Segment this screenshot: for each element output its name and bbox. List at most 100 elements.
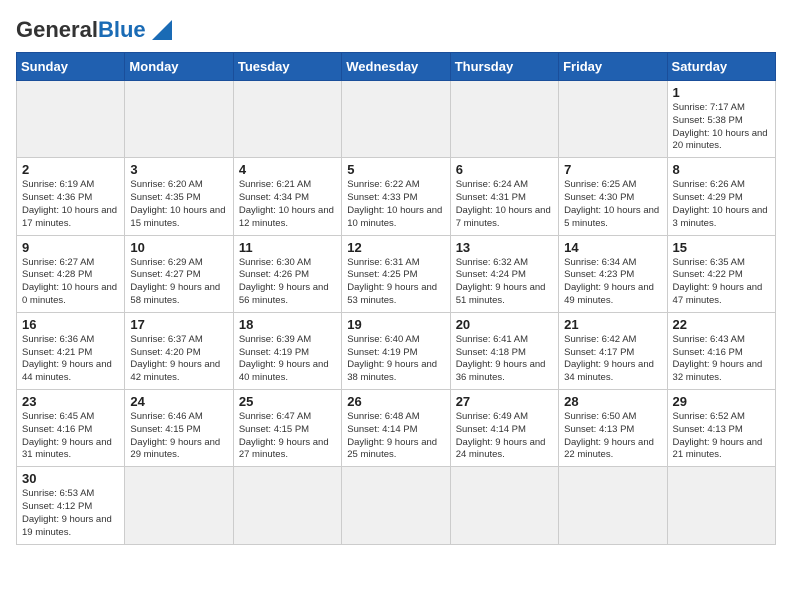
day-number: 13 xyxy=(456,240,553,255)
calendar-cell xyxy=(342,467,450,544)
day-info: Sunrise: 6:45 AM Sunset: 4:16 PM Dayligh… xyxy=(22,411,119,462)
calendar-cell: 3Sunrise: 6:20 AM Sunset: 4:35 PM Daylig… xyxy=(125,158,233,235)
header: GeneralBlue xyxy=(16,16,776,44)
calendar-cell xyxy=(559,467,667,544)
calendar-cell: 26Sunrise: 6:48 AM Sunset: 4:14 PM Dayli… xyxy=(342,390,450,467)
weekday-header-friday: Friday xyxy=(559,53,667,81)
day-number: 7 xyxy=(564,162,661,177)
calendar-cell xyxy=(17,81,125,158)
day-number: 2 xyxy=(22,162,119,177)
weekday-header-row: SundayMondayTuesdayWednesdayThursdayFrid… xyxy=(17,53,776,81)
calendar-week-row: 23Sunrise: 6:45 AM Sunset: 4:16 PM Dayli… xyxy=(17,390,776,467)
calendar-cell xyxy=(667,467,775,544)
calendar-cell: 28Sunrise: 6:50 AM Sunset: 4:13 PM Dayli… xyxy=(559,390,667,467)
day-number: 16 xyxy=(22,317,119,332)
day-number: 10 xyxy=(130,240,227,255)
day-number: 11 xyxy=(239,240,336,255)
calendar-week-row: 2 Sunrise: 6:19 AM Sunset: 4:36 PM Daylig… xyxy=(17,158,776,235)
calendar-week-row: 9 Sunrise: 6:27 AM Sunset: 4:28 PM Daylig… xyxy=(17,235,776,312)
calendar-cell xyxy=(559,81,667,158)
calendar-cell: 18Sunrise: 6:39 AM Sunset: 4:19 PM Dayli… xyxy=(233,312,341,389)
day-number: 27 xyxy=(456,394,553,409)
day-number: 9 xyxy=(22,240,119,255)
calendar-cell: 29 Sunrise: 6:52 AM Sunset: 4:13 PM Dayli… xyxy=(667,390,775,467)
day-number: 1 xyxy=(673,85,770,100)
weekday-header-sunday: Sunday xyxy=(17,53,125,81)
day-number: 29 xyxy=(673,394,770,409)
day-info: Sunrise: 6:36 AM Sunset: 4:21 PM Dayligh… xyxy=(22,334,119,385)
calendar-cell: 1 Sunrise: 7:17 AM Sunset: 5:38 PM Daylig… xyxy=(667,81,775,158)
day-info: Sunrise: 6:24 AM Sunset: 4:31 PM Dayligh… xyxy=(456,179,553,230)
day-info: Sunrise: 6:27 AM Sunset: 4:28 PM Dayligh… xyxy=(22,257,119,308)
day-info: Sunrise: 6:46 AM Sunset: 4:15 PM Dayligh… xyxy=(130,411,227,462)
day-info: Sunrise: 6:39 AM Sunset: 4:19 PM Dayligh… xyxy=(239,334,336,385)
day-number: 6 xyxy=(456,162,553,177)
calendar-week-row: 1 Sunrise: 7:17 AM Sunset: 5:38 PM Daylig… xyxy=(17,81,776,158)
calendar-cell: 5 Sunrise: 6:22 AM Sunset: 4:33 PM Daylig… xyxy=(342,158,450,235)
calendar-cell: 11 Sunrise: 6:30 AM Sunset: 4:26 PM Dayli… xyxy=(233,235,341,312)
day-info: Sunrise: 6:31 AM Sunset: 4:25 PM Dayligh… xyxy=(347,257,444,308)
day-number: 8 xyxy=(673,162,770,177)
day-number: 5 xyxy=(347,162,444,177)
calendar-cell: 2 Sunrise: 6:19 AM Sunset: 4:36 PM Daylig… xyxy=(17,158,125,235)
day-number: 30 xyxy=(22,471,119,486)
calendar-cell: 13 Sunrise: 6:32 AM Sunset: 4:24 PM Dayli… xyxy=(450,235,558,312)
logo-text: GeneralBlue xyxy=(16,19,146,41)
calendar-cell xyxy=(450,467,558,544)
weekday-header-thursday: Thursday xyxy=(450,53,558,81)
calendar-cell: 23Sunrise: 6:45 AM Sunset: 4:16 PM Dayli… xyxy=(17,390,125,467)
day-info: Sunrise: 6:49 AM Sunset: 4:14 PM Dayligh… xyxy=(456,411,553,462)
day-number: 24 xyxy=(130,394,227,409)
day-info: Sunrise: 7:17 AM Sunset: 5:38 PM Dayligh… xyxy=(673,102,770,153)
calendar-cell: 17 Sunrise: 6:37 AM Sunset: 4:20 PM Dayli… xyxy=(125,312,233,389)
day-info: Sunrise: 6:35 AM Sunset: 4:22 PM Dayligh… xyxy=(673,257,770,308)
calendar-cell xyxy=(450,81,558,158)
day-info: Sunrise: 6:29 AM Sunset: 4:27 PM Dayligh… xyxy=(130,257,227,308)
calendar-table: SundayMondayTuesdayWednesdayThursdayFrid… xyxy=(16,52,776,545)
weekday-header-saturday: Saturday xyxy=(667,53,775,81)
day-info: Sunrise: 6:32 AM Sunset: 4:24 PM Dayligh… xyxy=(456,257,553,308)
day-info: Sunrise: 6:21 AM Sunset: 4:34 PM Dayligh… xyxy=(239,179,336,230)
calendar-cell: 24 Sunrise: 6:46 AM Sunset: 4:15 PM Dayli… xyxy=(125,390,233,467)
day-info: Sunrise: 6:52 AM Sunset: 4:13 PM Dayligh… xyxy=(673,411,770,462)
calendar-cell: 7Sunrise: 6:25 AM Sunset: 4:30 PM Daylig… xyxy=(559,158,667,235)
calendar-cell: 6 Sunrise: 6:24 AM Sunset: 4:31 PM Daylig… xyxy=(450,158,558,235)
day-info: Sunrise: 6:34 AM Sunset: 4:23 PM Dayligh… xyxy=(564,257,661,308)
calendar-cell: 30 Sunrise: 6:53 AM Sunset: 4:12 PM Dayli… xyxy=(17,467,125,544)
calendar-cell: 15Sunrise: 6:35 AM Sunset: 4:22 PM Dayli… xyxy=(667,235,775,312)
calendar-cell: 9 Sunrise: 6:27 AM Sunset: 4:28 PM Daylig… xyxy=(17,235,125,312)
calendar-cell: 25Sunrise: 6:47 AM Sunset: 4:15 PM Dayli… xyxy=(233,390,341,467)
calendar-cell: 22 Sunrise: 6:43 AM Sunset: 4:16 PM Dayli… xyxy=(667,312,775,389)
calendar-cell: 12 Sunrise: 6:31 AM Sunset: 4:25 PM Dayli… xyxy=(342,235,450,312)
calendar-cell: 14Sunrise: 6:34 AM Sunset: 4:23 PM Dayli… xyxy=(559,235,667,312)
day-info: Sunrise: 6:19 AM Sunset: 4:36 PM Dayligh… xyxy=(22,179,119,230)
day-number: 21 xyxy=(564,317,661,332)
logo-icon xyxy=(148,16,176,44)
calendar-week-row: 30 Sunrise: 6:53 AM Sunset: 4:12 PM Dayli… xyxy=(17,467,776,544)
calendar-cell: 21Sunrise: 6:42 AM Sunset: 4:17 PM Dayli… xyxy=(559,312,667,389)
day-number: 17 xyxy=(130,317,227,332)
day-info: Sunrise: 6:47 AM Sunset: 4:15 PM Dayligh… xyxy=(239,411,336,462)
calendar-cell: 20 Sunrise: 6:41 AM Sunset: 4:18 PM Dayli… xyxy=(450,312,558,389)
day-info: Sunrise: 6:41 AM Sunset: 4:18 PM Dayligh… xyxy=(456,334,553,385)
day-info: Sunrise: 6:22 AM Sunset: 4:33 PM Dayligh… xyxy=(347,179,444,230)
day-number: 4 xyxy=(239,162,336,177)
day-info: Sunrise: 6:37 AM Sunset: 4:20 PM Dayligh… xyxy=(130,334,227,385)
day-info: Sunrise: 6:30 AM Sunset: 4:26 PM Dayligh… xyxy=(239,257,336,308)
weekday-header-monday: Monday xyxy=(125,53,233,81)
calendar-cell xyxy=(233,81,341,158)
day-info: Sunrise: 6:53 AM Sunset: 4:12 PM Dayligh… xyxy=(22,488,119,539)
day-number: 22 xyxy=(673,317,770,332)
calendar-cell: 16 Sunrise: 6:36 AM Sunset: 4:21 PM Dayli… xyxy=(17,312,125,389)
calendar-cell xyxy=(342,81,450,158)
day-info: Sunrise: 6:43 AM Sunset: 4:16 PM Dayligh… xyxy=(673,334,770,385)
day-info: Sunrise: 6:40 AM Sunset: 4:19 PM Dayligh… xyxy=(347,334,444,385)
calendar-cell xyxy=(233,467,341,544)
day-number: 28 xyxy=(564,394,661,409)
day-number: 20 xyxy=(456,317,553,332)
day-number: 3 xyxy=(130,162,227,177)
calendar-cell: 4 Sunrise: 6:21 AM Sunset: 4:34 PM Daylig… xyxy=(233,158,341,235)
logo: GeneralBlue xyxy=(16,16,176,44)
day-number: 12 xyxy=(347,240,444,255)
weekday-header-tuesday: Tuesday xyxy=(233,53,341,81)
